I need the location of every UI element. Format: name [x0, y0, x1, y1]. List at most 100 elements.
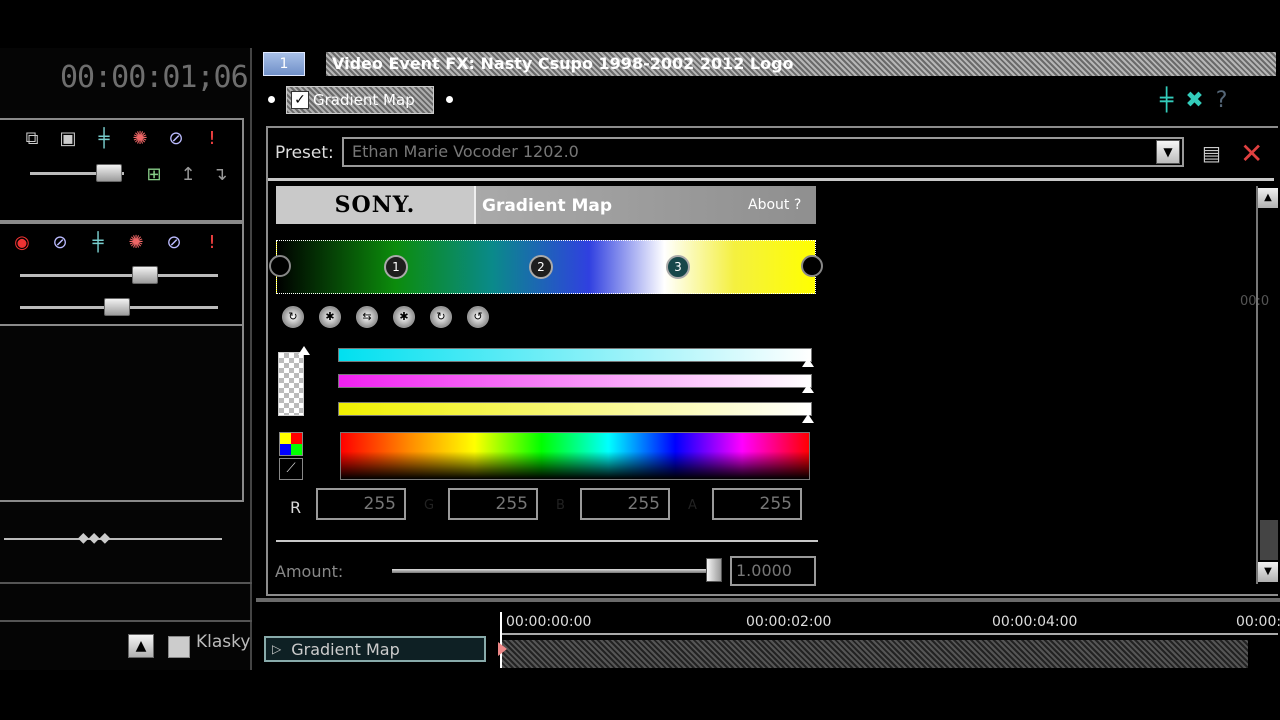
- keyframe-marker-icon[interactable]: [498, 642, 507, 656]
- scroll-up-icon[interactable]: ▲: [1258, 188, 1278, 208]
- playhead-cursor[interactable]: [500, 612, 502, 668]
- fx-chain-tab[interactable]: 1: [263, 52, 305, 76]
- scrollbar-thumb[interactable]: [1260, 520, 1278, 560]
- motion-icon[interactable]: ▣: [56, 126, 80, 150]
- audio-solo-icon[interactable]: !: [200, 230, 224, 254]
- plugin-chain-icon[interactable]: ╪: [1160, 88, 1173, 113]
- track-header-1[interactable]: ⧉ ▣ ╪ ✺ ⊘ ! ⊞ ↥ ↴: [0, 118, 244, 222]
- amount-slider[interactable]: [392, 569, 714, 573]
- timeline-separator: [256, 598, 1280, 602]
- slider-marker-icon[interactable]: [802, 384, 814, 393]
- amount-value-field[interactable]: 1.0000: [730, 556, 816, 586]
- timeline-time-label: 00:00:04:00: [992, 614, 1078, 630]
- gradient-stop-start[interactable]: [269, 255, 291, 277]
- channel-label: B: [556, 498, 565, 513]
- invert-icon[interactable]: ↻: [430, 306, 452, 328]
- keyframe-strip[interactable]: [500, 640, 1248, 668]
- magenta-channel-slider[interactable]: [338, 374, 812, 388]
- swatch-marker-icon: [298, 346, 310, 355]
- timeline-time-label: 00:00:02:00: [746, 614, 832, 630]
- zoom-handle-icon[interactable]: ◆◆◆: [78, 530, 110, 546]
- remove-plugin-icon[interactable]: ✖: [1185, 88, 1203, 113]
- scroll-up-button[interactable]: ▲: [128, 634, 154, 658]
- color-swatch[interactable]: [278, 352, 304, 416]
- phase-invert-icon[interactable]: ⊘: [48, 230, 72, 254]
- preset-dropdown[interactable]: Ethan Marie Vocoder 1202.0: [342, 137, 1184, 167]
- record-arm-icon[interactable]: ◉: [10, 230, 34, 254]
- channel-label: R: [290, 498, 302, 517]
- stop-tools: ↻ ✱ ⇆ ✱ ↻ ↺: [282, 306, 489, 328]
- yellow-channel-slider[interactable]: [338, 402, 812, 416]
- amount-label: Amount:: [275, 562, 344, 581]
- track2-pan-thumb[interactable]: [104, 298, 130, 316]
- close-icon[interactable]: ✕: [1240, 137, 1263, 170]
- composite-icon[interactable]: ⧉: [20, 126, 44, 150]
- gradient-stop[interactable]: 2: [529, 255, 553, 279]
- alpha-value-field[interactable]: 255: [712, 488, 802, 520]
- gradient-stop[interactable]: 3: [666, 255, 690, 279]
- track2-volume-thumb[interactable]: [132, 266, 158, 284]
- gradient-stop-end[interactable]: [801, 255, 823, 277]
- audio-mute-icon[interactable]: ⊘: [162, 230, 186, 254]
- mute-icon[interactable]: ⊘: [164, 126, 188, 150]
- left-separator: [0, 582, 252, 584]
- spread-icon[interactable]: ✱: [393, 306, 415, 328]
- left-separator: [0, 620, 252, 622]
- chain-start-dot: [268, 96, 275, 103]
- divider: [268, 178, 1274, 181]
- cyan-channel-slider[interactable]: [338, 348, 812, 362]
- about-link[interactable]: About ?: [748, 197, 801, 213]
- parent-up-icon[interactable]: ↥: [176, 162, 200, 186]
- add-stop-icon[interactable]: ↻: [282, 306, 304, 328]
- red-value-field[interactable]: 255: [316, 488, 406, 520]
- window-title: Video Event FX: Nasty Csupo 1998-2002 20…: [326, 52, 1276, 76]
- chevron-down-icon[interactable]: ▼: [1156, 140, 1180, 164]
- parent-down-icon[interactable]: ↴: [208, 162, 232, 186]
- amount-slider-thumb[interactable]: [706, 558, 722, 582]
- eyedropper-icon[interactable]: ⟋: [279, 458, 303, 480]
- scroll-down-icon[interactable]: ▼: [1258, 562, 1278, 582]
- reverse-icon[interactable]: ⇆: [356, 306, 378, 328]
- track2-volume-slider[interactable]: [20, 274, 218, 277]
- blue-value-field[interactable]: 255: [580, 488, 670, 520]
- divider: [276, 540, 818, 542]
- delete-stop-icon[interactable]: ✱: [319, 306, 341, 328]
- gradient-editor[interactable]: 1 2 3: [269, 240, 823, 294]
- help-icon[interactable]: ?: [1216, 88, 1228, 113]
- header-toolbar: ╪ ✖ ?: [1160, 88, 1227, 113]
- chain-end-dot: [446, 96, 453, 103]
- brand-logo: SONY.: [276, 186, 474, 224]
- slider-marker-icon[interactable]: [802, 358, 814, 367]
- timeline-ruler[interactable]: [500, 633, 1278, 635]
- keyframe-track-row[interactable]: ▷ Gradient Map: [264, 636, 486, 662]
- green-value-field[interactable]: 255: [448, 488, 538, 520]
- expand-arrow-icon[interactable]: ▷: [272, 642, 281, 656]
- timeline-time-label: 00:00:: [1236, 614, 1280, 630]
- zoom-slider[interactable]: [4, 538, 222, 540]
- timeline-time-label: 00:00:00:00: [506, 614, 592, 630]
- track-header-2[interactable]: ◉ ⊘ ╪ ✺ ⊘ !: [0, 222, 244, 326]
- timecode-display: 00:00:01;06: [60, 60, 249, 95]
- track1-level-thumb[interactable]: [96, 164, 122, 182]
- audio-fx-icon[interactable]: ✺: [124, 230, 148, 254]
- slider-marker-icon[interactable]: [802, 414, 814, 423]
- channel-label: A: [688, 498, 697, 513]
- media-file-icon: [168, 636, 190, 658]
- chain-plugin-label: Gradient Map: [313, 91, 415, 109]
- reset-icon[interactable]: ↺: [467, 306, 489, 328]
- color-spectrum[interactable]: [340, 432, 810, 480]
- compositing-child-icon[interactable]: ⊞: [142, 162, 166, 186]
- side-time-label: 00:0: [1240, 294, 1270, 309]
- save-preset-icon[interactable]: ▤: [1202, 141, 1226, 165]
- plugin-name: Gradient Map: [482, 196, 613, 216]
- pan-crop-icon[interactable]: ╪: [92, 126, 116, 150]
- plugin-enable-checkbox[interactable]: ✓: [291, 91, 309, 109]
- fx-icon[interactable]: ✺: [128, 126, 152, 150]
- media-item-label[interactable]: Klasky: [196, 632, 250, 652]
- chain-plugin-button[interactable]: ✓ Gradient Map: [286, 86, 434, 114]
- gradient-stop[interactable]: 1: [384, 255, 408, 279]
- solo-icon[interactable]: !: [200, 126, 224, 150]
- palette-icon[interactable]: [279, 432, 303, 456]
- envelope-icon[interactable]: ╪: [86, 230, 110, 254]
- track-list-empty: [0, 326, 244, 502]
